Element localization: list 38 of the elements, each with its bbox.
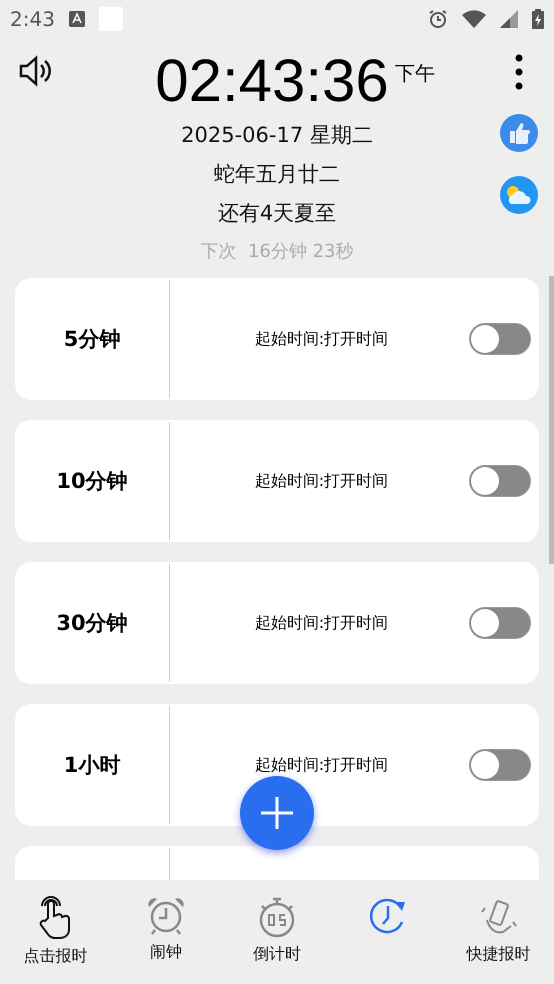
nav-tab[interactable]: 闹钟 [110,880,222,984]
lunar-date: 蛇年五月廿二 [214,161,340,188]
toggle-switch[interactable] [469,323,531,355]
wifi-icon [462,10,486,28]
interval-card[interactable]: 1小时 起始时间:打开时间 [15,704,539,826]
thumbs-up-icon[interactable] [500,114,538,152]
nav-tab[interactable]: 快捷报时 [443,880,554,984]
start-time-text: 起始时间:打开时间 [254,754,390,776]
interval-card[interactable]: 30分钟 起始时间:打开时间 [15,562,539,684]
interval-label: 1小时 [64,752,120,779]
toggle-switch[interactable] [469,465,531,497]
clock-time: 02:43:36 [155,46,389,116]
meridiem: 下午 [394,60,435,87]
start-time-text: 起始时间:打开时间 [254,470,390,492]
interval-card[interactable]: 5分钟 起始时间:打开时间 [15,278,539,400]
battery-icon [532,9,544,29]
clock-refresh-icon [368,896,408,936]
interval-label: 5分钟 [64,326,120,353]
weather-icon[interactable] [500,176,538,214]
signal-icon [500,10,518,28]
toggle-switch[interactable] [469,749,531,781]
speaker-icon[interactable] [18,54,52,88]
interval-label: 30分钟 [56,610,128,637]
interval-card[interactable]: 10分钟 起始时间:打开时间 [15,420,539,542]
status-time: 2:43 [10,7,55,31]
interval-label: 10分钟 [56,468,128,495]
alarm-clock-icon [146,896,186,936]
start-time-text: 起始时间:打开时间 [254,612,390,634]
toggle-switch[interactable] [469,607,531,639]
start-time-text: 起始时间:打开时间 [254,328,390,350]
solar-term-text: 还有4天夏至 [218,200,336,227]
alarm-icon [428,9,448,29]
date-text: 2025-06-17 星期二 [181,122,373,149]
keyboard-icon [68,11,85,27]
nav-tab[interactable]: 点击报时 [0,880,111,984]
next-chime-text: 下次 16分钟 23秒 [200,240,354,264]
plus-icon [261,797,293,829]
nav-tab[interactable]: 倒计时 [222,880,332,984]
